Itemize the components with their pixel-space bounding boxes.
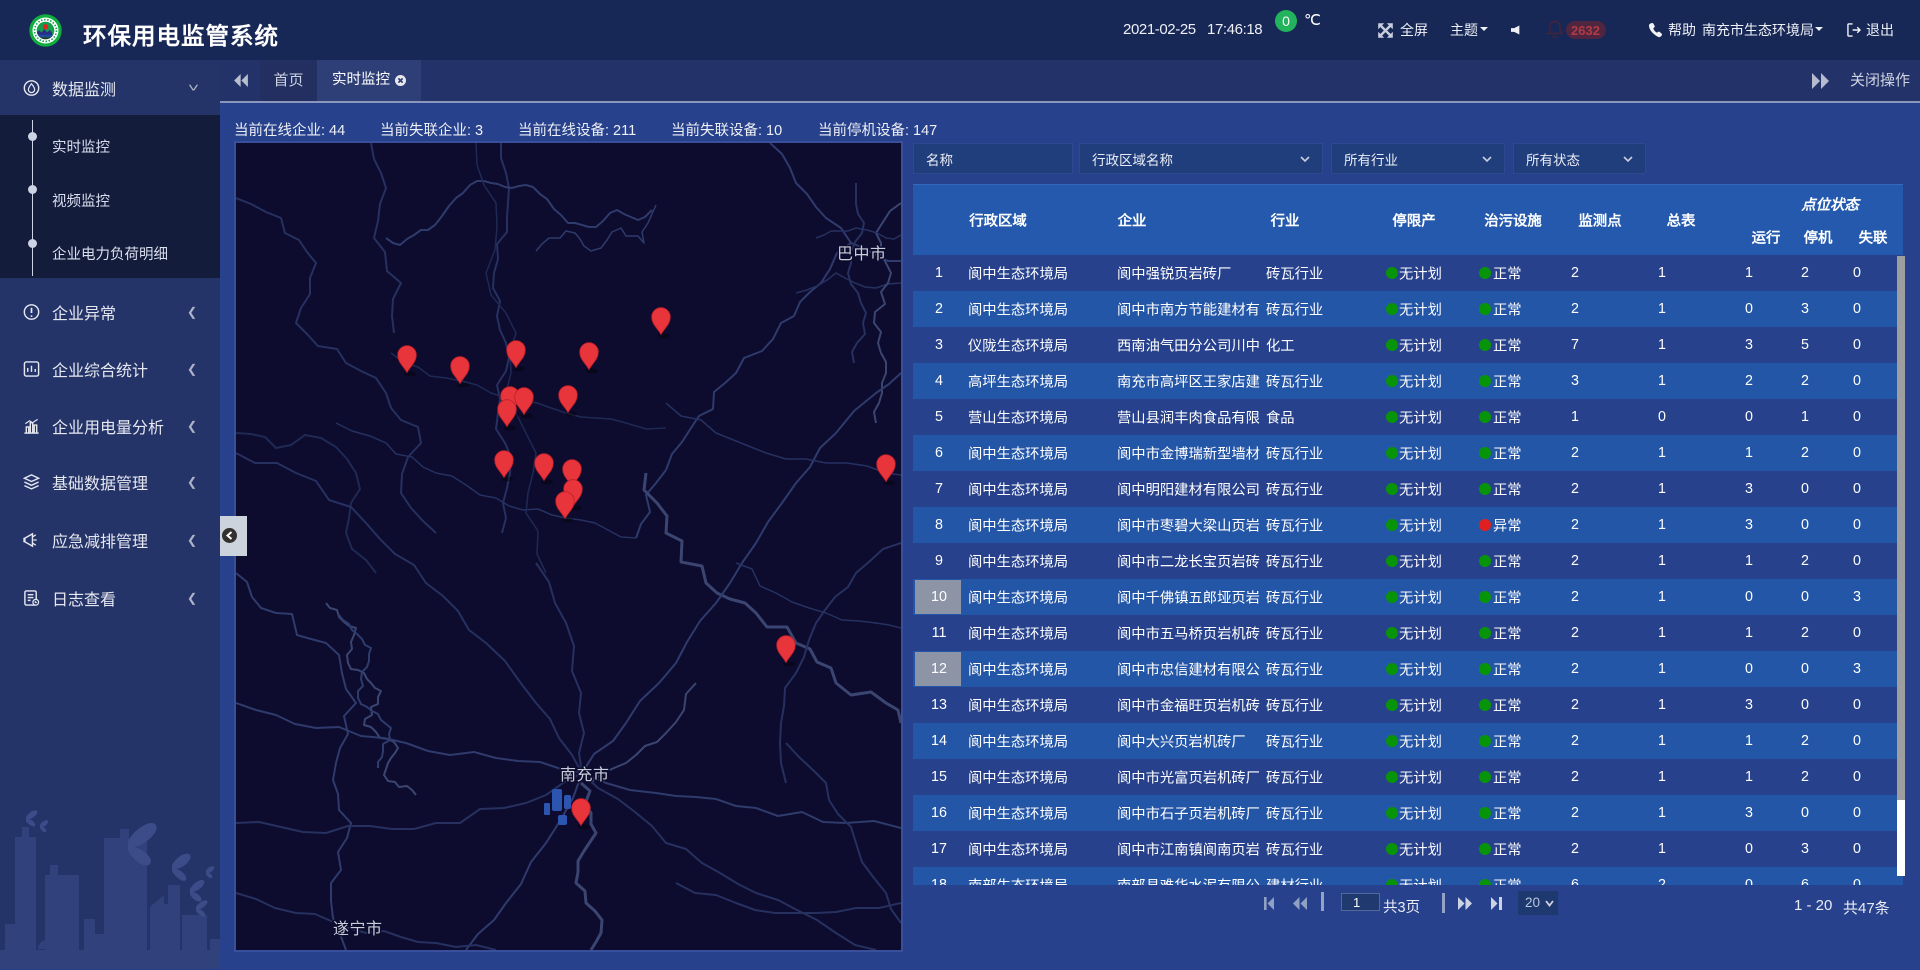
svg-text:南充市: 南充市 (560, 766, 610, 784)
svg-text:巴中市: 巴中市 (837, 245, 887, 263)
svg-text:遂宁市: 遂宁市 (333, 920, 383, 938)
